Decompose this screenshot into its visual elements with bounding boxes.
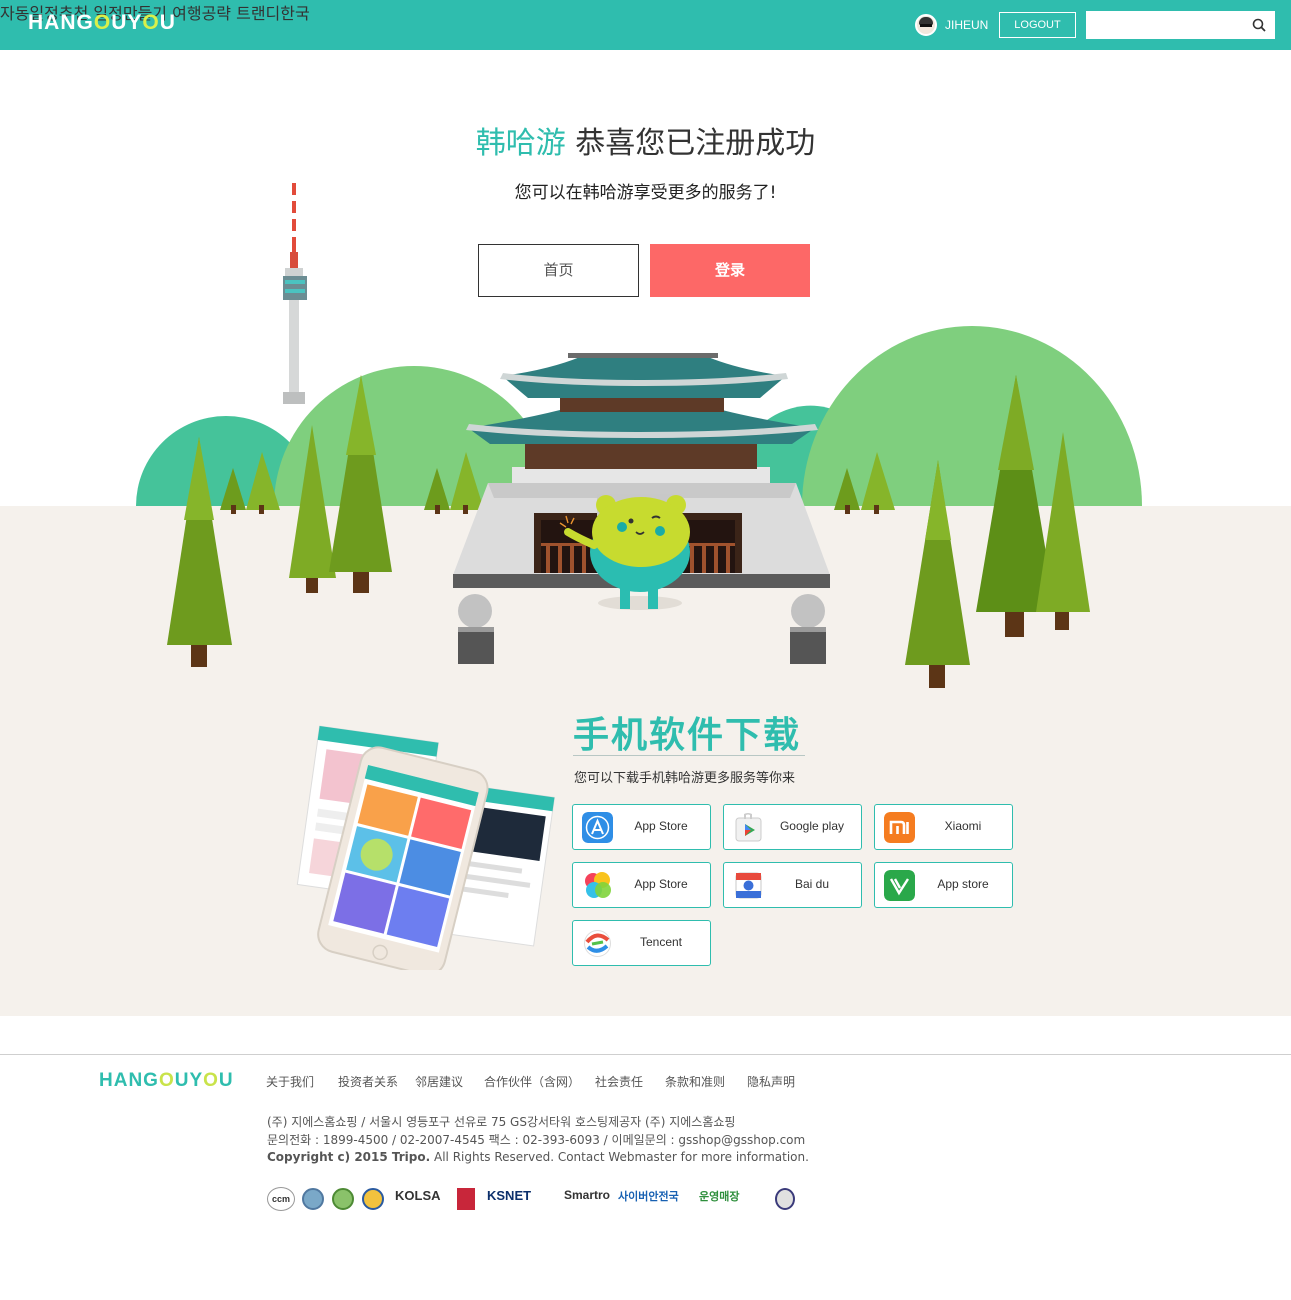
copyright: Copyright c) 2015 Tripo. All Rights Rese… bbox=[267, 1150, 809, 1164]
seal-badge-icon[interactable] bbox=[332, 1188, 354, 1210]
success-message: 恭喜您已注册成功 bbox=[575, 126, 816, 161]
seal-badge-icon[interactable] bbox=[302, 1188, 324, 1210]
google-play-icon bbox=[735, 813, 762, 842]
page-title: 韩哈游 恭喜您已注册成功 bbox=[0, 118, 1291, 162]
nav-item-trendy-korea[interactable]: 트랜디한국 bbox=[236, 4, 310, 23]
company-info: (주) 지에스홈쇼핑 / 서울시 영등포구 선유로 75 GS강서타워 호스팅제… bbox=[267, 1115, 736, 1129]
copyright-bold: Copyright c) 2015 Tripo. bbox=[267, 1150, 431, 1164]
store-button-app-store-2[interactable]: App Store bbox=[572, 862, 711, 908]
store-label: App Store bbox=[634, 819, 688, 833]
search-icon[interactable] bbox=[1252, 18, 1266, 32]
store-button-xiaomi[interactable]: Xiaomi bbox=[874, 804, 1013, 850]
seal-badge-icon[interactable] bbox=[775, 1188, 795, 1210]
footer-divider bbox=[0, 1054, 1291, 1055]
site-logo[interactable]: HANGOUYOU bbox=[28, 11, 176, 35]
avatar[interactable] bbox=[915, 14, 937, 36]
store-button-google-play[interactable]: Google play bbox=[723, 804, 862, 850]
footer-link-about[interactable]: 关于我们 bbox=[266, 1073, 314, 1090]
footer-link-terms[interactable]: 条款和准则 bbox=[665, 1073, 725, 1090]
badge-kolsa[interactable]: KOLSA bbox=[395, 1188, 441, 1210]
store-label: Bai du bbox=[794, 877, 830, 891]
copyright-text: All Rights Reserved. Contact Webmaster f… bbox=[430, 1150, 809, 1164]
store-label: App Store bbox=[634, 877, 688, 891]
store-button-app-store-3[interactable]: App store bbox=[874, 862, 1013, 908]
footer-link-partners[interactable]: 合作伙伴（含网） bbox=[484, 1073, 580, 1090]
badge-store[interactable]: 운영매장 bbox=[699, 1188, 739, 1210]
search-box bbox=[1086, 11, 1275, 39]
nav-item-travel-guide[interactable]: 여행공략 bbox=[172, 4, 231, 23]
wandoujia-icon bbox=[884, 870, 915, 901]
badge-smartro[interactable]: Smartro bbox=[564, 1188, 610, 1210]
top-navigation-bar: HANGOUYOU 자동일정추천 일정만들기 여행공략 트랜디한국 JIHEUN… bbox=[0, 0, 1291, 50]
phone-mockup bbox=[296, 725, 556, 970]
title-divider bbox=[573, 755, 805, 756]
brand-name: 韩哈游 bbox=[475, 126, 566, 161]
store-label: App store bbox=[937, 877, 989, 891]
store-button-tencent[interactable]: Tencent bbox=[572, 920, 711, 966]
store-label: Google play bbox=[779, 819, 845, 833]
store-label: Tencent bbox=[639, 935, 683, 949]
footer-link-responsibility[interactable]: 社会责任 bbox=[595, 1073, 643, 1090]
tencent-icon bbox=[584, 930, 611, 957]
user-menu[interactable]: JIHEUN bbox=[915, 14, 988, 36]
seoul-tower bbox=[283, 183, 307, 404]
badge-ccm[interactable]: ccm bbox=[267, 1187, 295, 1211]
store-label: Xiaomi bbox=[944, 819, 982, 833]
footer-logo[interactable]: HANGOUYOU bbox=[99, 1070, 234, 1092]
baidu-icon bbox=[735, 872, 762, 899]
footer-link-privacy[interactable]: 隐私声明 bbox=[747, 1073, 795, 1090]
app-download-subtitle: 您可以下载手机韩哈游更多服务等你来 bbox=[574, 771, 796, 786]
logout-button[interactable]: LOGOUT bbox=[999, 12, 1076, 38]
badge-ksnet[interactable]: KSNET bbox=[487, 1188, 531, 1210]
store-button-app-store[interactable]: App Store bbox=[572, 804, 711, 850]
certification-badges: ccm KOLSA KSNET Smartro 사이버안전국 운영매장 bbox=[267, 1185, 797, 1213]
store-button-baidu[interactable]: Bai du bbox=[723, 862, 862, 908]
apple-app-store-icon bbox=[582, 812, 613, 843]
username: JIHEUN bbox=[945, 18, 989, 32]
cross-badge-icon[interactable] bbox=[457, 1188, 475, 1210]
footer-link-investors[interactable]: 投资者关系 bbox=[338, 1073, 398, 1090]
footer-link-suggestions[interactable]: 邻居建议 bbox=[415, 1073, 463, 1090]
game-center-icon bbox=[585, 872, 611, 898]
xiaomi-icon bbox=[884, 812, 915, 843]
badge-cyber-safety[interactable]: 사이버안전국 bbox=[618, 1188, 679, 1210]
app-download-title: 手机软件下载 bbox=[573, 715, 802, 756]
search-input[interactable] bbox=[1092, 15, 1242, 35]
contact-info: 문의전화 : 1899-4500 / 02-2007-4545 팩스 : 02-… bbox=[267, 1133, 806, 1147]
seoul-illustration bbox=[136, 183, 1142, 688]
seal-badge-icon[interactable] bbox=[362, 1188, 384, 1210]
